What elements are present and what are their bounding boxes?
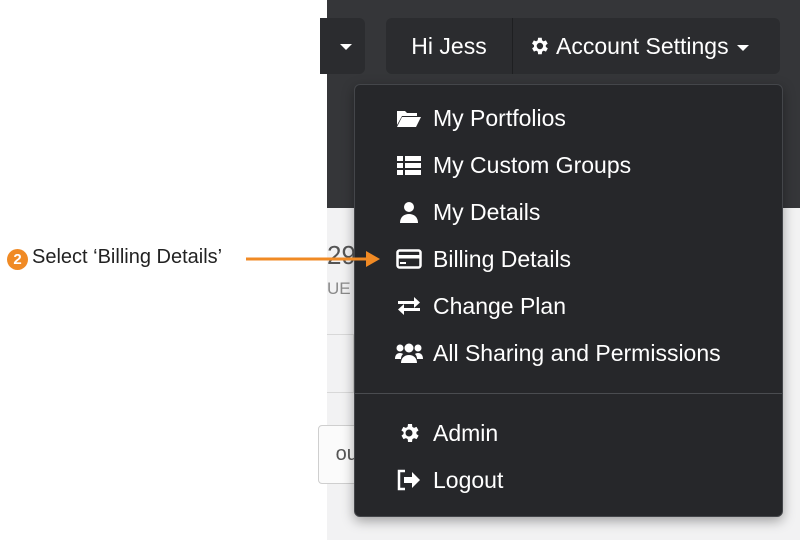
menu-item-my-custom-groups[interactable]: My Custom Groups [395, 150, 631, 180]
caret-down-icon [736, 44, 749, 51]
credit-card-icon [395, 247, 423, 271]
menu-item-billing-details[interactable]: Billing Details [395, 244, 571, 274]
menu-item-label: My Details [433, 198, 541, 225]
menu-item-admin[interactable]: Admin [395, 418, 498, 448]
gear-icon [532, 37, 548, 55]
menu-item-label: Admin [433, 419, 499, 446]
menu-item-change-plan[interactable]: Change Plan [395, 291, 566, 321]
gear-icon [395, 421, 423, 445]
users-icon [395, 341, 423, 365]
menu-item-label: All Sharing and Permissions [433, 339, 721, 366]
menu-item-label: Change Plan [433, 292, 566, 319]
menu-item-label: My Portfolios [433, 104, 566, 131]
menu-item-my-details[interactable]: My Details [395, 197, 540, 227]
account-settings-label: Account Settings [556, 32, 729, 59]
menu-item-logout[interactable]: Logout [395, 465, 503, 495]
account-settings-dropdown: My Portfolios My Custom Groups My Detail… [354, 84, 783, 517]
menu-item-my-portfolios[interactable]: My Portfolios [395, 103, 566, 133]
menu-item-all-sharing-and-permissions[interactable]: All Sharing and Permissions [395, 338, 721, 368]
folder-open-icon [395, 106, 423, 130]
greeting-button[interactable]: Hi Jess [386, 18, 513, 74]
user-nav-group: Hi Jess Account Settings [386, 18, 780, 74]
menu-divider [355, 393, 782, 394]
account-settings-button[interactable]: Account Settings [513, 18, 780, 74]
annotation-arrow-icon [246, 251, 380, 267]
caret-down-icon [340, 44, 352, 50]
user-icon [395, 200, 423, 224]
menu-item-label: Logout [433, 466, 504, 493]
background-label-fragment: UE [327, 279, 351, 298]
step-number-badge: 2 [7, 249, 28, 270]
exchange-icon [395, 294, 423, 318]
nav-dropdown-button[interactable] [320, 18, 365, 74]
list-icon [395, 153, 423, 177]
menu-item-label: Billing Details [433, 245, 572, 272]
step-instruction: Select ‘Billing Details’ [32, 246, 223, 268]
sign-out-icon [395, 468, 423, 492]
menu-item-label: My Custom Groups [433, 151, 632, 178]
